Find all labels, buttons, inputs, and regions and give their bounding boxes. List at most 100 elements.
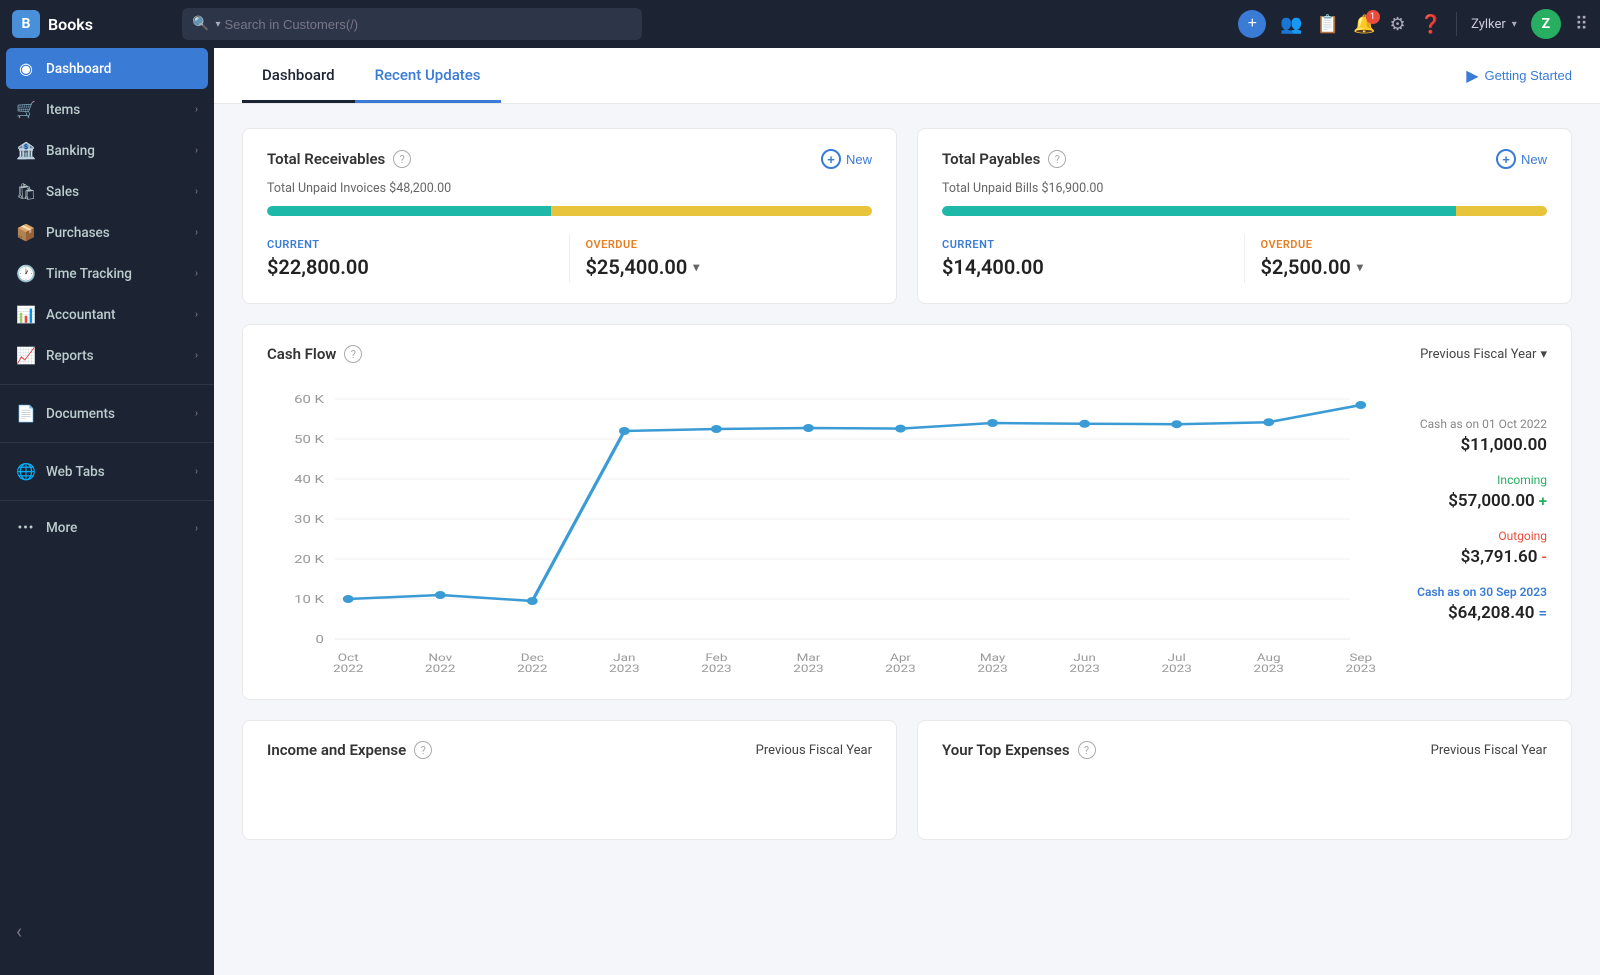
user-menu[interactable]: Zylker ▾ (1471, 17, 1517, 32)
receivables-progress-bar (267, 206, 872, 216)
reports-icon: 📈 (16, 346, 36, 365)
sidebar-item-more[interactable]: ••• More › (0, 509, 214, 547)
cashflow-header: Cash Flow ? Previous Fiscal Year ▾ (267, 345, 1547, 363)
settings-icon[interactable]: ⚙ (1390, 14, 1406, 35)
sidebar-item-dashboard[interactable]: ◉ Dashboard (6, 48, 208, 89)
app-brand: B Books (12, 10, 172, 38)
notification-badge: 1 (1366, 10, 1380, 24)
cashflow-period-selector[interactable]: Previous Fiscal Year ▾ (1420, 347, 1547, 362)
cash-start-value: $11,000.00 (1397, 435, 1547, 455)
svg-text:Apr: Apr (890, 652, 911, 664)
top-expenses-info-icon[interactable]: ? (1078, 741, 1096, 759)
help-icon[interactable]: ❓ (1420, 14, 1442, 35)
dashboard-icon: ◉ (16, 59, 36, 78)
receivables-new-button[interactable]: + New (821, 149, 872, 169)
bottom-card-header: Income and Expense ? Previous Fiscal Yea… (267, 741, 872, 759)
search-bar[interactable]: 🔍 ▾ (182, 8, 642, 40)
svg-text:Nov: Nov (428, 652, 452, 664)
cashflow-title-row: Cash Flow ? (267, 345, 362, 363)
user-dropdown-arrow: ▾ (1512, 19, 1517, 30)
svg-text:Jan: Jan (613, 652, 635, 664)
cash-start-label: Cash as on 01 Oct 2022 (1397, 417, 1547, 431)
chevron-right-icon: › (195, 227, 198, 238)
chevron-right-icon: › (195, 268, 198, 279)
card-subtitle: Total Unpaid Bills $16,900.00 (942, 181, 1547, 196)
sidebar-item-documents[interactable]: 📄 Documents › (0, 393, 214, 434)
outgoing-label: Outgoing (1397, 529, 1547, 543)
getting-started-button[interactable]: ▶ Getting Started (1466, 66, 1572, 86)
sidebar-item-time-tracking[interactable]: 🕐 Time Tracking › (0, 253, 214, 294)
search-dropdown-arrow[interactable]: ▾ (215, 19, 220, 30)
chevron-right-icon: › (195, 350, 198, 361)
sidebar-item-sales[interactable]: 🛍 Sales › (0, 171, 214, 212)
nav-divider (1456, 12, 1457, 36)
app-name: Books (48, 15, 93, 34)
cashflow-stats-sidebar: Cash as on 01 Oct 2022 $11,000.00 Incomi… (1377, 379, 1547, 679)
sidebar-item-label: Accountant (46, 307, 185, 323)
overdue-dropdown-arrow[interactable]: ▾ (693, 260, 699, 274)
getting-started-label: Getting Started (1485, 68, 1572, 83)
sidebar-item-label: Web Tabs (46, 464, 185, 480)
tab-dashboard[interactable]: Dashboard (242, 48, 355, 103)
tab-recent-updates[interactable]: Recent Updates (355, 48, 501, 103)
svg-text:2023: 2023 (701, 663, 731, 675)
contacts-icon[interactable]: 👥 (1280, 14, 1302, 35)
current-label: CURRENT (267, 238, 553, 251)
sidebar-item-reports[interactable]: 📈 Reports › (0, 335, 214, 376)
card-header: Total Payables ? + New (942, 149, 1547, 169)
svg-text:Aug: Aug (1257, 652, 1281, 664)
outgoing-stat: Outgoing $3,791.60 - (1397, 529, 1547, 567)
content-tabs: Dashboard Recent Updates (242, 48, 501, 103)
svg-text:Jun: Jun (1073, 652, 1095, 664)
sidebar-item-banking[interactable]: 🏦 Banking › (0, 130, 214, 171)
svg-text:May: May (980, 652, 1006, 664)
cashflow-card: Cash Flow ? Previous Fiscal Year ▾ (242, 324, 1572, 700)
top-expenses-period-selector[interactable]: Previous Fiscal Year (1431, 743, 1547, 758)
sidebar-item-items[interactable]: 🛒 Items › (0, 89, 214, 130)
overdue-amount-col: OVERDUE $2,500.00 ▾ (1245, 234, 1548, 283)
card-title-row: Total Payables ? (942, 150, 1066, 168)
collapse-icon: ‹ (16, 919, 22, 943)
brand-icon: B (12, 10, 40, 38)
current-amount-col: CURRENT $22,800.00 (267, 234, 570, 283)
search-icon: 🔍 (192, 16, 209, 32)
cash-start-stat: Cash as on 01 Oct 2022 $11,000.00 (1397, 417, 1547, 455)
notifications-icon[interactable]: 🔔 1 (1353, 14, 1375, 35)
sidebar-item-purchases[interactable]: 📦 Purchases › (0, 212, 214, 253)
search-input[interactable] (224, 17, 632, 32)
overdue-value: $25,400.00 ▾ (586, 255, 873, 279)
outgoing-value: $3,791.60 - (1397, 547, 1547, 567)
income-expense-period-selector[interactable]: Previous Fiscal Year (756, 743, 872, 758)
info-icon[interactable]: ? (1048, 150, 1066, 168)
sales-icon: 🛍 (16, 182, 36, 201)
sidebar-item-label: Banking (46, 143, 185, 159)
info-icon[interactable]: ? (393, 150, 411, 168)
svg-text:10 K: 10 K (294, 594, 325, 607)
overdue-label: OVERDUE (1261, 238, 1548, 251)
sidebar-collapse-button[interactable]: ‹ (0, 907, 214, 955)
overdue-bar (551, 206, 872, 216)
svg-text:50 K: 50 K (294, 434, 325, 447)
sidebar-item-web-tabs[interactable]: 🌐 Web Tabs › (0, 451, 214, 492)
svg-text:2023: 2023 (1254, 663, 1284, 675)
payables-new-button[interactable]: + New (1496, 149, 1547, 169)
svg-text:2023: 2023 (1161, 663, 1191, 675)
top-expenses-card: Your Top Expenses ? Previous Fiscal Year (917, 720, 1572, 840)
cashflow-info-icon[interactable]: ? (344, 345, 362, 363)
card-amounts: CURRENT $14,400.00 OVERDUE $2,500.00 ▾ (942, 234, 1547, 283)
new-btn-label: New (1521, 152, 1547, 167)
sidebar-item-accountant[interactable]: 📊 Accountant › (0, 294, 214, 335)
top-expenses-title: Your Top Expenses (942, 741, 1070, 759)
avatar[interactable]: Z (1531, 9, 1561, 39)
sidebar-item-label: Purchases (46, 225, 185, 241)
feedback-icon[interactable]: 📋 (1317, 14, 1339, 35)
overdue-dropdown-arrow[interactable]: ▾ (1357, 260, 1363, 274)
svg-text:Jul: Jul (1168, 652, 1186, 664)
overdue-label: OVERDUE (586, 238, 873, 251)
current-label: CURRENT (942, 238, 1228, 251)
chevron-right-icon: › (195, 186, 198, 197)
incoming-stat: Incoming $57,000.00 + (1397, 473, 1547, 511)
apps-grid-icon[interactable]: ⠿ (1575, 14, 1588, 35)
add-button[interactable]: + (1238, 10, 1266, 38)
income-expense-info-icon[interactable]: ? (414, 741, 432, 759)
